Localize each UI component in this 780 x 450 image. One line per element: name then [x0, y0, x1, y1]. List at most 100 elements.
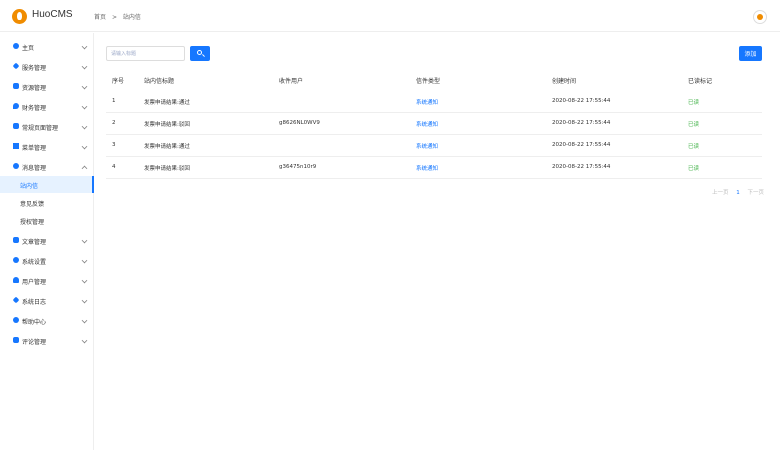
sidebar-item-label: 消息管理 [22, 165, 47, 172]
top-header: HuoCMS 首页 > 站内信 [0, 0, 780, 32]
row-recipient: g8626NL0WV9 [279, 120, 320, 126]
sidebar-item-log[interactable]: 系统日志 [0, 292, 94, 310]
add-button[interactable]: 添加 [739, 46, 762, 61]
prev-page-button[interactable]: 上一页 [712, 190, 729, 196]
search-input[interactable] [106, 46, 185, 61]
sidebar-subitem-label: 站内信 [20, 183, 39, 190]
search-button[interactable] [190, 46, 210, 61]
table-header: 序号 站内信标题 收件用户 信件类型 创建时间 已读标记 [106, 70, 762, 92]
column-header: 信件类型 [416, 78, 441, 85]
sidebar-item-finance[interactable]: 财务管理 [0, 98, 94, 116]
sidebar: 主页 服务管理 资源管理 财务管理 常规页面管理 菜单管理 消息管理 站内信 意… [0, 33, 94, 450]
row-read-status: 已读 [688, 122, 700, 128]
sidebar-item-user[interactable]: 用户管理 [0, 272, 94, 290]
sidebar-item-article[interactable]: 文章管理 [0, 232, 94, 250]
brand-name: HuoCMS [32, 9, 73, 20]
chevron-down-icon [81, 277, 88, 284]
pagination: 上一页 1 下一页 [712, 188, 770, 196]
user-icon [13, 277, 19, 283]
row-type: 系统通知 [416, 122, 439, 128]
row-index: 2 [112, 120, 116, 126]
chevron-down-icon [81, 317, 88, 324]
row-type: 系统通知 [416, 166, 439, 172]
settings-icon [13, 257, 19, 263]
row-title: 发票申请结果:驳回 [144, 166, 190, 172]
row-index: 4 [112, 164, 116, 170]
current-page[interactable]: 1 [736, 190, 740, 196]
table-row[interactable]: 1 发票申请结果:通过 系统通知 2020-08-22 17:55:44 已读 [106, 91, 762, 113]
chevron-down-icon [81, 43, 88, 50]
table-row[interactable]: 2 发票申请结果:驳回 g8626NL0WV9 系统通知 2020-08-22 … [106, 113, 762, 135]
comment-icon [13, 337, 19, 343]
row-title: 发票申请结果:通过 [144, 100, 190, 106]
row-title: 发票申请结果:通过 [144, 144, 190, 150]
sidebar-item-label: 评论管理 [22, 339, 47, 346]
logo-icon [12, 9, 27, 24]
sidebar-item-page[interactable]: 常规页面管理 [0, 118, 94, 136]
resource-icon [13, 83, 19, 89]
sidebar-item-menu[interactable]: 菜单管理 [0, 138, 94, 156]
sidebar-item-label: 系统日志 [22, 299, 47, 306]
sidebar-item-label: 帮助中心 [22, 319, 47, 326]
chevron-up-icon [81, 165, 88, 172]
table-row[interactable]: 3 发票申请结果:通过 系统通知 2020-08-22 17:55:44 已读 [106, 135, 762, 157]
sidebar-item-message[interactable]: 消息管理 [0, 158, 94, 176]
row-read-status: 已读 [688, 144, 700, 150]
row-type: 系统通知 [416, 144, 439, 150]
chevron-down-icon [81, 83, 88, 90]
chevron-down-icon [81, 337, 88, 344]
row-index: 1 [112, 98, 116, 104]
avatar[interactable] [753, 10, 767, 24]
column-header: 已读标记 [688, 78, 713, 85]
chevron-down-icon [81, 143, 88, 150]
sidebar-item-label: 用户管理 [22, 279, 47, 286]
dashboard-icon [13, 43, 19, 49]
sidebar-item-label: 资源管理 [22, 85, 47, 92]
finance-icon [13, 103, 19, 109]
message-icon [13, 163, 19, 169]
chevron-down-icon [81, 257, 88, 264]
sidebar-item-resource[interactable]: 资源管理 [0, 78, 94, 96]
column-header: 站内信标题 [144, 78, 175, 85]
sidebar-subitem-label: 意见反馈 [20, 201, 45, 208]
sidebar-subitem-label: 授权管理 [20, 219, 45, 226]
sidebar-item-settings[interactable]: 系统设置 [0, 252, 94, 270]
breadcrumb-home[interactable]: 首页 [94, 14, 106, 21]
sidebar-item-label: 主页 [22, 45, 35, 52]
sidebar-subitem-feedback[interactable]: 意见反馈 [0, 194, 94, 211]
row-created-time: 2020-08-22 17:55:44 [552, 98, 611, 104]
sidebar-subitem-authorization[interactable]: 授权管理 [0, 212, 94, 229]
sidebar-item-label: 财务管理 [22, 105, 47, 112]
sidebar-item-help[interactable]: 帮助中心 [0, 312, 94, 330]
breadcrumb-separator: > [111, 14, 117, 21]
row-read-status: 已读 [688, 100, 700, 106]
sidebar-item-comment[interactable]: 评论管理 [0, 332, 94, 350]
sidebar-item-label: 服务管理 [22, 65, 47, 72]
table-row[interactable]: 4 发票申请结果:驳回 g36475n10r9 系统通知 2020-08-22 … [106, 157, 762, 179]
log-icon [12, 296, 20, 304]
row-created-time: 2020-08-22 17:55:44 [552, 142, 611, 148]
chevron-down-icon [81, 237, 88, 244]
chevron-down-icon [81, 297, 88, 304]
breadcrumb-current: 站内信 [122, 14, 141, 21]
search-icon [197, 50, 202, 55]
menu-icon [13, 143, 19, 149]
article-icon [13, 237, 19, 243]
sidebar-item-service[interactable]: 服务管理 [0, 58, 94, 76]
sidebar-item-label: 文章管理 [22, 239, 47, 246]
sidebar-item-label: 菜单管理 [22, 145, 47, 152]
next-page-button[interactable]: 下一页 [748, 190, 765, 196]
sidebar-item-home[interactable]: 主页 [0, 38, 94, 56]
chevron-down-icon [81, 123, 88, 130]
column-header: 序号 [112, 78, 125, 85]
column-header: 收件用户 [279, 78, 304, 85]
row-index: 3 [112, 142, 116, 148]
help-icon [13, 317, 19, 323]
chevron-down-icon [81, 63, 88, 70]
sidebar-subitem-inbox[interactable]: 站内信 [0, 176, 94, 193]
row-read-status: 已读 [688, 166, 700, 172]
row-created-time: 2020-08-22 17:55:44 [552, 164, 611, 170]
row-recipient: g36475n10r9 [279, 164, 317, 170]
sidebar-item-label: 常规页面管理 [22, 125, 59, 132]
sidebar-item-label: 系统设置 [22, 259, 47, 266]
